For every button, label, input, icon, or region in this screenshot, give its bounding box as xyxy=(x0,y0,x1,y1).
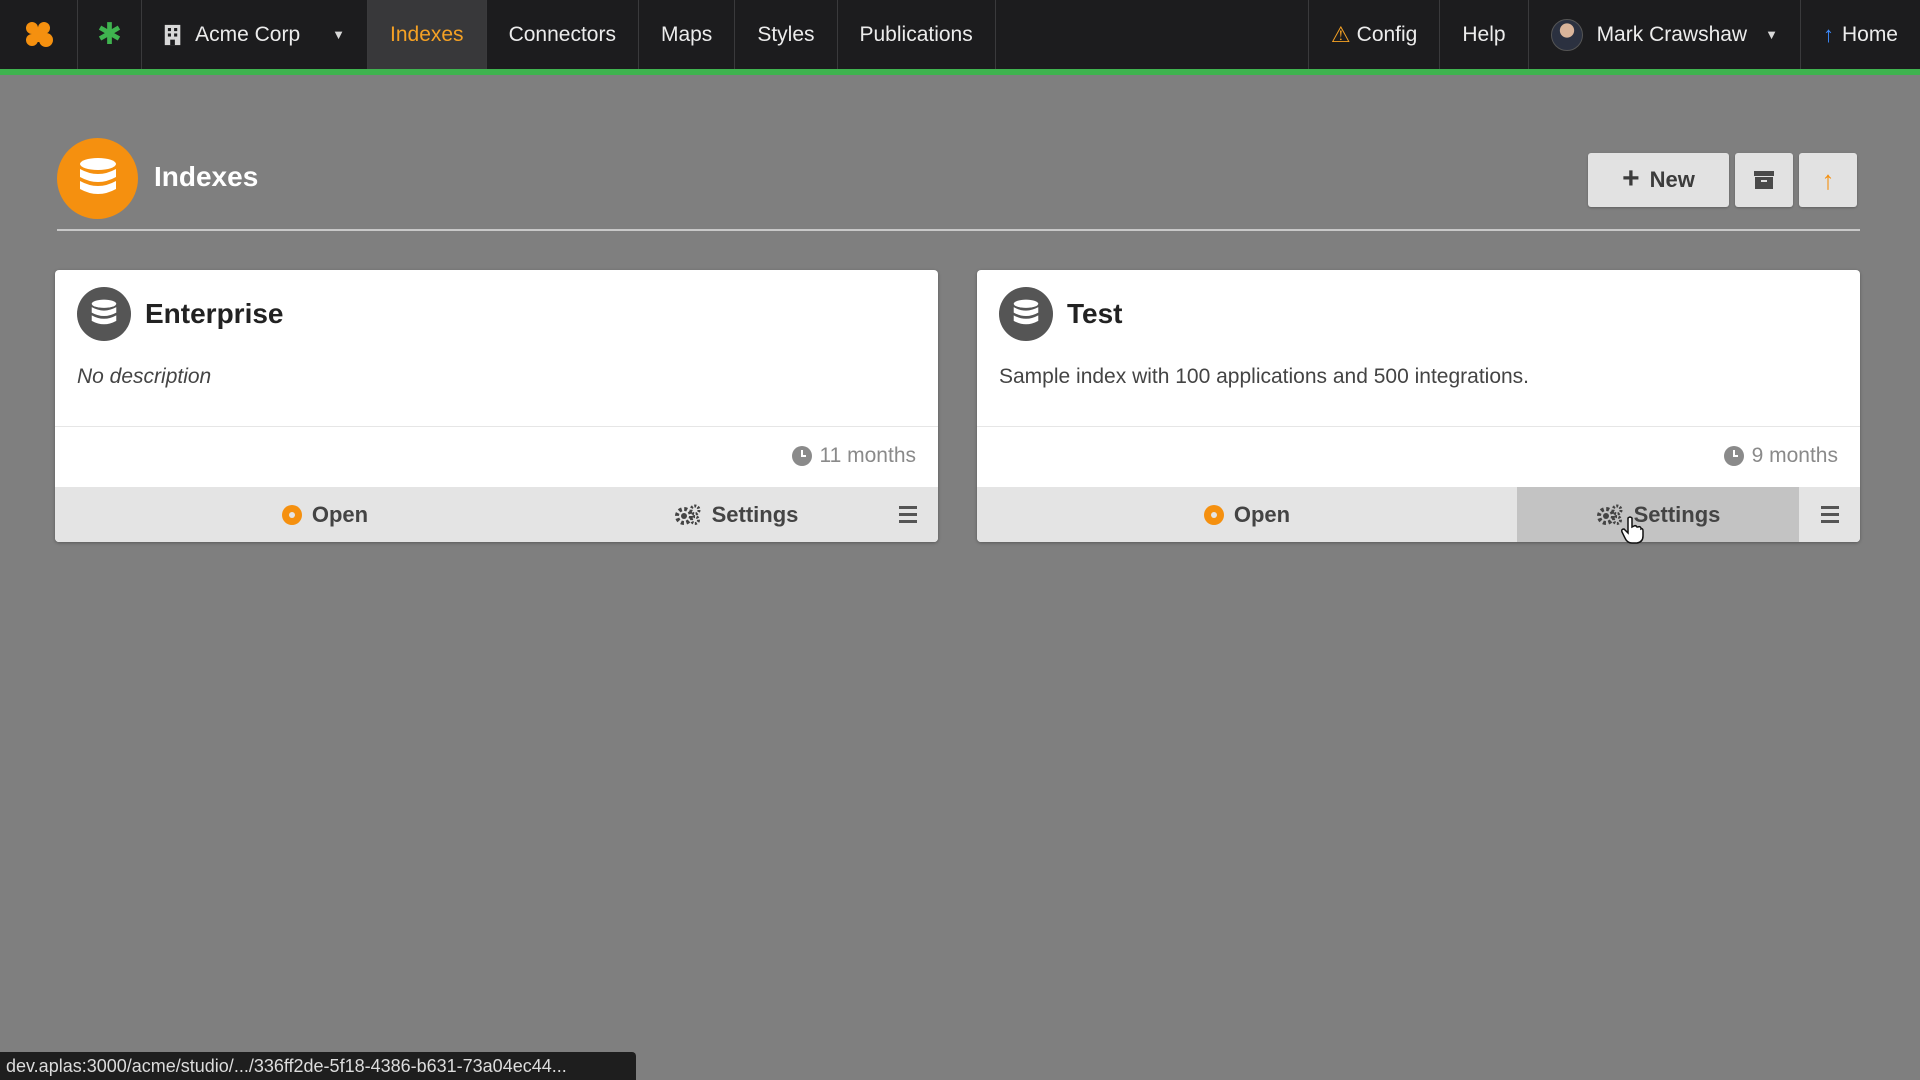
database-icon xyxy=(999,287,1053,341)
page-title: Indexes xyxy=(154,161,259,192)
app-logo-icon[interactable] xyxy=(0,0,78,69)
archive-button[interactable] xyxy=(1735,153,1793,207)
warning-icon: ⚠ xyxy=(1330,21,1351,47)
open-button[interactable]: Open xyxy=(977,487,1517,542)
clock-icon xyxy=(1723,446,1744,466)
arrow-up-icon: ↑ xyxy=(1822,21,1834,47)
card-actions: Open Settings xyxy=(55,487,938,542)
new-button-label: New xyxy=(1649,167,1695,192)
nav-item-maps[interactable]: Maps xyxy=(639,0,736,69)
nav-item-connectors[interactable]: Connectors xyxy=(487,0,639,69)
nav-home[interactable]: ↑ Home xyxy=(1801,0,1920,69)
card-divider xyxy=(55,426,938,427)
card-timestamp: 9 months xyxy=(1723,444,1838,468)
database-icon xyxy=(57,138,138,219)
plus-icon: + xyxy=(1622,161,1640,195)
index-card: Enterprise No description 11 months Open… xyxy=(55,270,938,542)
card-description: Sample index with 100 applications and 5… xyxy=(999,365,1530,388)
card-actions: Open Settings xyxy=(977,487,1860,542)
nav-home-label: Home xyxy=(1841,22,1898,46)
open-button[interactable]: Open xyxy=(55,487,595,542)
open-label: Open xyxy=(311,501,369,527)
card-time-label: 11 months xyxy=(819,444,917,467)
status-url: dev.aplas:3000/acme/studio/.../336ff2de-… xyxy=(0,1052,636,1080)
upload-button[interactable]: ↑ xyxy=(1799,153,1857,207)
nav-config-label: Config xyxy=(1356,22,1418,46)
nav-item-styles[interactable]: Styles xyxy=(735,0,838,69)
card-menu-button[interactable] xyxy=(1799,487,1860,542)
nav-config[interactable]: ⚠ Config xyxy=(1307,0,1441,69)
avatar xyxy=(1550,18,1583,51)
nav-item-indexes[interactable]: Indexes xyxy=(368,0,487,69)
user-menu[interactable]: Mark Crawshaw ▼ xyxy=(1529,0,1801,69)
page-header: Indexes + New ↑ xyxy=(57,136,1860,231)
index-card: Test Sample index with 100 applications … xyxy=(977,270,1860,542)
hand-cursor-icon xyxy=(1621,516,1644,544)
org-name: Acme Corp xyxy=(195,22,301,46)
nav-help[interactable]: Help xyxy=(1440,0,1529,69)
card-menu-button[interactable] xyxy=(877,487,938,542)
card-timestamp: 11 months xyxy=(791,444,917,468)
new-button[interactable]: + New xyxy=(1588,153,1729,207)
building-icon xyxy=(164,24,181,45)
settings-button[interactable]: Settings xyxy=(595,487,877,542)
card-title: Test xyxy=(1067,298,1123,329)
hamburger-icon xyxy=(898,506,917,523)
card-title: Enterprise xyxy=(145,298,284,329)
settings-button[interactable]: Settings xyxy=(1517,487,1799,542)
open-label: Open xyxy=(1233,501,1291,527)
chevron-down-icon: ▼ xyxy=(332,27,345,42)
card-description: No description xyxy=(77,365,212,388)
open-icon xyxy=(281,504,302,525)
user-name: Mark Crawshaw xyxy=(1596,22,1748,46)
asterisk-icon[interactable]: ✱ xyxy=(78,0,142,69)
org-selector[interactable]: Acme Corp ▼ xyxy=(142,0,368,69)
gears-icon xyxy=(674,504,701,525)
settings-label: Settings xyxy=(711,501,799,527)
open-icon xyxy=(1203,504,1224,525)
clock-icon xyxy=(791,446,812,466)
top-navbar: ✱ Acme Corp ▼ Indexes Connectors Maps St… xyxy=(0,0,1920,75)
database-icon xyxy=(77,287,131,341)
archive-icon xyxy=(1754,171,1774,189)
settings-label: Settings xyxy=(1633,501,1721,527)
card-time-label: 9 months xyxy=(1751,444,1838,467)
nav-item-publications[interactable]: Publications xyxy=(838,0,996,69)
chevron-down-icon: ▼ xyxy=(1765,27,1778,42)
hamburger-icon xyxy=(1820,506,1839,523)
arrow-up-icon: ↑ xyxy=(1821,164,1835,195)
card-divider xyxy=(977,426,1860,427)
